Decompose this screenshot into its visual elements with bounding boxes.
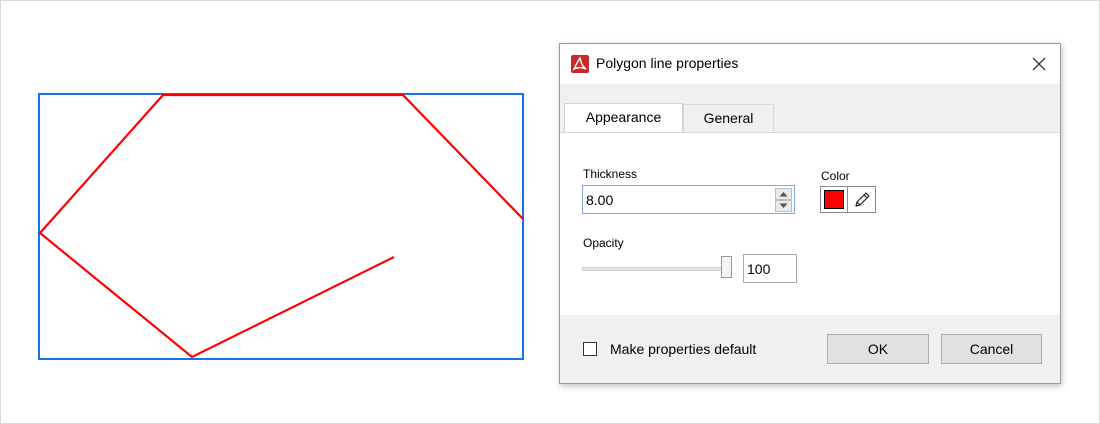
chevron-up-icon (779, 192, 788, 197)
opacity-slider-track[interactable] (582, 267, 732, 271)
opacity-label: Opacity (583, 236, 624, 250)
annotation-canvas[interactable] (0, 0, 540, 424)
appearance-panel: Thickness Color Opacity (560, 132, 1060, 317)
make-default-checkbox[interactable] (583, 342, 597, 356)
selection-bounding-box[interactable] (38, 93, 524, 360)
make-default-label: Make properties default (610, 341, 757, 357)
pdf-app-icon (571, 55, 589, 73)
color-label: Color (821, 169, 850, 183)
polygon-line-properties-dialog: Polygon line properties Appearance Gener… (559, 43, 1061, 384)
thickness-stepper[interactable] (582, 185, 795, 214)
color-picker-button[interactable] (820, 186, 848, 213)
polygon-line-annotation[interactable] (38, 93, 524, 359)
close-icon (1032, 57, 1046, 71)
pencil-icon (855, 192, 870, 207)
dialog-footer: Make properties default OK Cancel (560, 315, 1060, 383)
ok-button[interactable]: OK (827, 334, 929, 364)
dialog-title: Polygon line properties (596, 55, 739, 71)
thickness-increment-button[interactable] (775, 188, 792, 200)
edit-color-button[interactable] (848, 186, 876, 213)
chevron-down-icon (779, 203, 788, 208)
opacity-slider-thumb[interactable] (721, 256, 732, 278)
dialog-titlebar[interactable]: Polygon line properties (560, 44, 1060, 84)
tab-general[interactable]: General (683, 104, 774, 131)
thickness-input[interactable] (583, 186, 776, 213)
cancel-button[interactable]: Cancel (941, 334, 1042, 364)
tab-appearance[interactable]: Appearance (564, 103, 683, 132)
thickness-decrement-button[interactable] (775, 200, 792, 212)
close-button[interactable] (1026, 51, 1052, 77)
tab-strip: Appearance General (560, 84, 1060, 132)
color-swatch (824, 190, 844, 209)
thickness-label: Thickness (583, 167, 638, 181)
opacity-input[interactable] (743, 254, 797, 283)
